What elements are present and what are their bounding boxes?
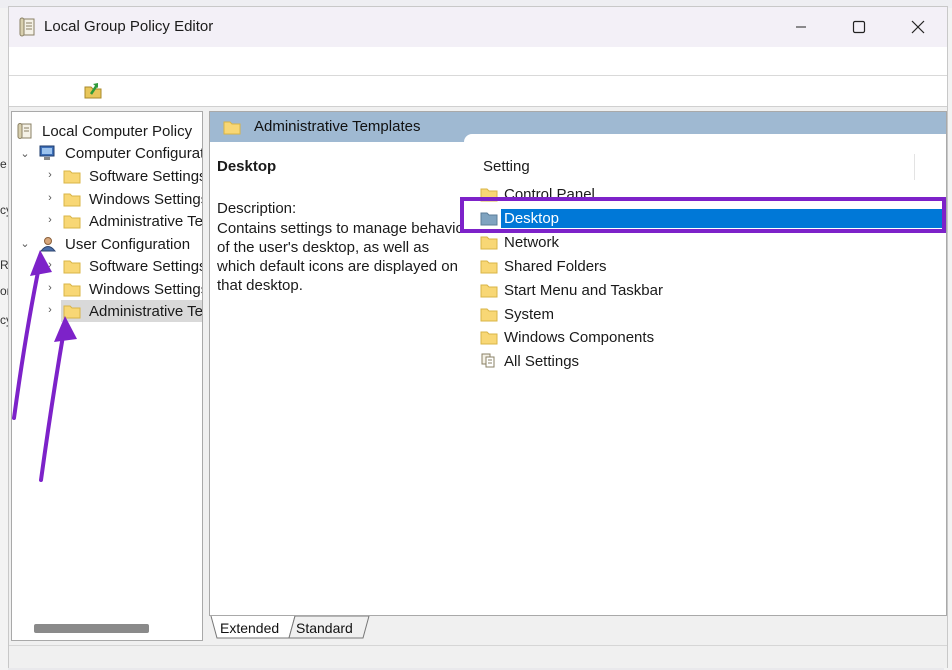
tree-horizontal-scrollbar[interactable] bbox=[34, 624, 149, 633]
collapsed-chevron-icon[interactable]: › bbox=[45, 259, 55, 271]
tree-item-label: Computer Configuration bbox=[65, 144, 202, 162]
column-header-setting[interactable]: Setting bbox=[483, 158, 530, 175]
list-item-system[interactable]: System bbox=[480, 303, 554, 325]
tree-item-windows-settings[interactable]: Windows Settings bbox=[63, 278, 203, 300]
list-item-label: All Settings bbox=[504, 352, 580, 370]
list-item-start-menu-taskbar[interactable]: Start Menu and Taskbar bbox=[480, 279, 663, 301]
background-desktop-left bbox=[0, 8, 8, 670]
folder-icon bbox=[63, 283, 81, 297]
description-panel: Desktop Description: Contains settings t… bbox=[210, 142, 469, 614]
computer-icon bbox=[39, 145, 55, 160]
window-title: Local Group Policy Editor bbox=[44, 18, 214, 35]
details-pane: Administrative Templates Desktop Descrip… bbox=[209, 111, 947, 616]
console-tree[interactable]: Local Computer Policy ⌄ Computer Configu… bbox=[11, 111, 203, 641]
tree-item-label: Administrative Templates bbox=[89, 302, 203, 320]
maximize-button[interactable] bbox=[830, 7, 888, 47]
close-icon bbox=[911, 20, 925, 34]
tree-item-local-computer-policy[interactable]: Local Computer Policy bbox=[16, 120, 192, 142]
list-item-label: Shared Folders bbox=[504, 257, 607, 275]
collapsed-chevron-icon[interactable]: › bbox=[45, 282, 55, 294]
status-bar bbox=[9, 645, 947, 668]
description-title: Desktop bbox=[217, 158, 277, 175]
user-icon bbox=[39, 237, 57, 252]
folder-icon bbox=[63, 193, 81, 207]
folder-icon bbox=[480, 308, 498, 322]
maximize-icon bbox=[852, 20, 866, 34]
tree-item-label: Windows Settings bbox=[89, 280, 203, 298]
folder-icon bbox=[63, 305, 81, 319]
folder-icon bbox=[480, 260, 498, 274]
close-button[interactable] bbox=[889, 7, 947, 47]
toolbar bbox=[9, 76, 947, 107]
menu-bar bbox=[9, 47, 947, 76]
folder-icon bbox=[480, 236, 498, 250]
list-item-windows-components[interactable]: Windows Components bbox=[480, 326, 654, 348]
description-label: Description: bbox=[217, 200, 297, 217]
list-item-label: Windows Components bbox=[504, 328, 655, 346]
minimize-button[interactable] bbox=[772, 7, 830, 47]
list-item-label: System bbox=[504, 305, 555, 323]
tree-item-software-settings[interactable]: Software Settings bbox=[63, 165, 203, 187]
tree-item-label: User Configuration bbox=[65, 235, 191, 253]
list-item-label: Start Menu and Taskbar bbox=[504, 281, 663, 299]
tree-item-label: Software Settings bbox=[89, 257, 203, 275]
minimize-icon bbox=[796, 26, 806, 28]
policy-document-icon bbox=[19, 17, 35, 37]
folder-icon bbox=[63, 170, 81, 184]
policy-document-icon bbox=[17, 123, 32, 139]
list-item-shared-folders[interactable]: Shared Folders bbox=[480, 255, 607, 277]
annotation-highlight-box bbox=[460, 197, 946, 233]
background-text-fragment: e bbox=[0, 157, 7, 171]
folder-icon bbox=[63, 215, 81, 229]
tab-standard[interactable]: Standard bbox=[290, 616, 359, 640]
column-separator bbox=[914, 154, 915, 180]
folder-icon bbox=[480, 331, 498, 345]
list-item-network[interactable]: Network bbox=[480, 231, 559, 253]
tree-item-administrative-templates[interactable]: Administrative Templates bbox=[63, 210, 203, 232]
collapsed-chevron-icon[interactable]: › bbox=[45, 304, 55, 316]
folder-icon bbox=[480, 284, 498, 298]
tree-item-label: Windows Settings bbox=[89, 190, 203, 208]
collapsed-chevron-icon[interactable]: › bbox=[45, 192, 55, 204]
expand-chevron-icon[interactable]: ⌄ bbox=[20, 237, 30, 250]
tree-item-label: Administrative Templates bbox=[89, 212, 203, 230]
tree-item-label: Local Computer Policy bbox=[42, 122, 193, 140]
title-bar[interactable]: Local Group Policy Editor bbox=[9, 7, 947, 47]
collapsed-chevron-icon[interactable]: › bbox=[45, 169, 55, 181]
tree-item-label: Software Settings bbox=[89, 167, 203, 185]
all-settings-icon bbox=[481, 353, 495, 368]
gpedit-window: Local Group Policy Editor Local Computer… bbox=[8, 6, 948, 668]
list-item-all-settings[interactable]: All Settings bbox=[480, 350, 579, 372]
folder-icon bbox=[63, 260, 81, 274]
list-item-label: Network bbox=[504, 233, 560, 251]
collapsed-chevron-icon[interactable]: › bbox=[45, 214, 55, 226]
description-text: Contains settings to manage behavior of … bbox=[217, 220, 469, 294]
tree-item-administrative-templates-selected[interactable]: Administrative Templates bbox=[61, 300, 203, 322]
details-header-title: Administrative Templates bbox=[254, 118, 421, 135]
tree-item-windows-settings[interactable]: Windows Settings bbox=[63, 188, 203, 210]
folder-icon bbox=[223, 121, 241, 135]
tree-item-computer-configuration[interactable]: Computer Configuration bbox=[39, 142, 202, 164]
up-one-level-icon[interactable] bbox=[83, 80, 103, 100]
expand-chevron-icon[interactable]: ⌄ bbox=[20, 147, 30, 160]
tree-item-user-configuration[interactable]: User Configuration bbox=[39, 233, 190, 255]
tree-item-software-settings[interactable]: Software Settings bbox=[63, 255, 203, 277]
tab-extended[interactable]: Extended bbox=[214, 616, 285, 640]
